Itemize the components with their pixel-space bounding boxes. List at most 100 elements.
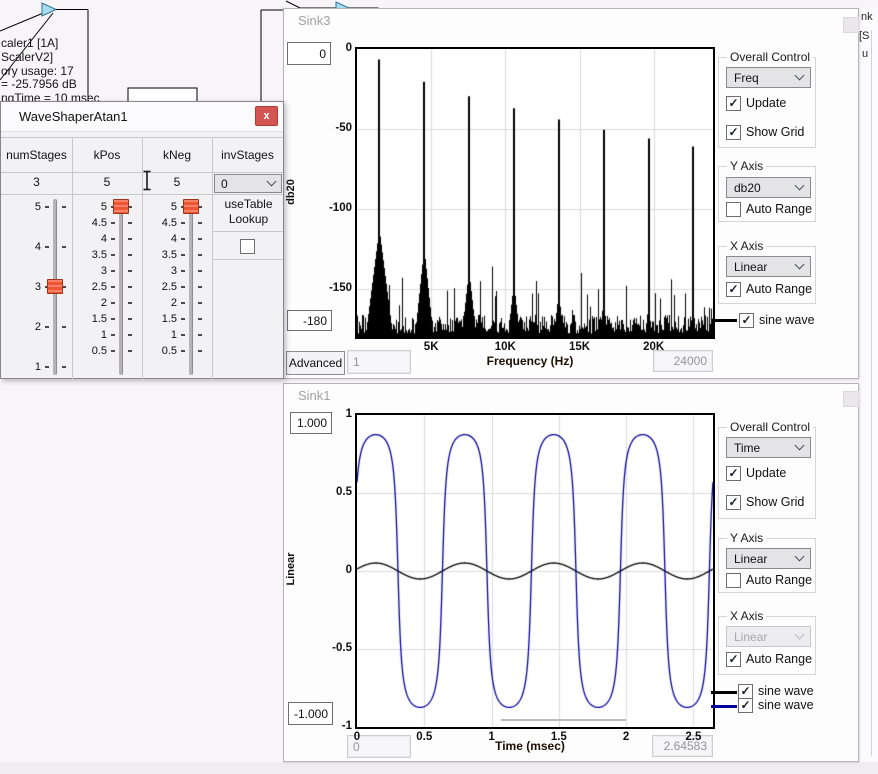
edge-text: [S [859,30,869,42]
sink3-window-title: Sink3 [298,13,331,28]
sink3-xmin-input[interactable]: 1 [347,350,411,374]
slider-tick-mark [62,206,66,208]
sink3-spectrum-plot[interactable] [357,49,713,337]
waveshaper-window: WaveShaperAtan1 x numStages kPos kNeg in… [0,101,284,379]
sink3-x-axis-dropdown[interactable]: Linear [726,256,811,277]
slider-tick-label: 2 [7,321,41,333]
slider-tick-mark [111,238,115,240]
slider-tick-mark [198,318,202,320]
sink1-time-plot[interactable] [357,415,713,727]
sink1-y-axis-label: Linear [285,549,297,589]
dropdown-value: Linear [734,552,767,566]
y-tick-label: -150 [310,282,352,294]
slider-tick-mark [128,238,132,240]
kPos-slider-handle[interactable] [113,199,129,214]
invstages-dropdown[interactable]: 0 [214,174,282,193]
slider-tick-mark [45,326,49,328]
kNeg-slider-handle[interactable] [183,199,199,214]
legend-label: sine wave [758,684,814,699]
legend-line [711,691,737,694]
dropdown-value: db20 [734,181,761,195]
sink3-legend-checkbox[interactable]: ✓ [739,313,754,328]
waveshaper-window-title[interactable]: WaveShaperAtan1 [1,102,283,132]
sink1-x-auto-range-checkbox[interactable]: ✓ [726,652,741,667]
sink3-xmax-input[interactable]: 24000 [653,350,713,372]
slider-tick-mark [111,254,115,256]
slider-track[interactable] [189,199,193,375]
sink3-ymin-box[interactable]: -180 [287,310,332,331]
slider-tick-label: 2 [143,297,177,309]
y-tick-label: 0.5 [310,486,352,498]
checkbox-label: Auto Range [746,282,812,297]
diagram-text: ory usage: 17 [1,64,74,78]
x-tick-label: 10K [483,341,527,353]
sink1-close-button[interactable] [843,391,859,407]
sink1-legend-checkbox-2[interactable]: ✓ [738,698,753,713]
legend-line [711,705,737,708]
slider-tick-mark [198,270,202,272]
sink1-show-grid-checkbox[interactable]: ✓ [726,495,741,510]
sink1-y-axis-dropdown[interactable]: Linear [726,548,811,569]
slider-tick-label: 5 [73,201,107,213]
slider-tick-label: 1.5 [73,313,107,325]
chevron-down-icon [795,260,805,270]
kpos-value[interactable]: 5 [72,175,142,189]
numstages-value[interactable]: 3 [1,175,72,189]
slider-tick-label: 4 [73,233,107,245]
checkbox-label: Auto Range [746,202,812,217]
sink3-x-axis-title: Frequency (Hz) [440,354,620,368]
sink1-y-auto-range-checkbox[interactable] [726,573,741,588]
slider-tick-mark [128,222,132,224]
slider-tick-mark [181,350,185,352]
signal-arrow-icon [42,3,56,16]
slider-tick-mark [181,318,185,320]
slider-tick-label: 3.5 [73,249,107,261]
kneg-value[interactable]: 5 [142,175,212,189]
slider-track[interactable] [119,199,123,375]
sink3-x-auto-range-checkbox[interactable]: ✓ [726,282,741,297]
window-edge [871,30,872,756]
sink3-y-auto-range-checkbox[interactable] [726,202,741,217]
slider-tick-mark [128,334,132,336]
chevron-down-icon [795,441,805,451]
usetable-lookup-checkbox[interactable] [240,239,255,254]
checkbox-label: Update [746,96,786,111]
sink1-window-title: Sink1 [298,388,331,403]
group-label: X Axis [727,239,766,253]
sink3-show-grid-checkbox[interactable]: ✓ [726,125,741,140]
slider-tick-label: 2 [73,297,107,309]
slider-tick-label: 1.5 [143,313,177,325]
legend-line [714,319,737,322]
sink3-y-axis-dropdown[interactable]: db20 [726,177,811,198]
checkbox-label: Auto Range [746,652,812,667]
slider-tick-mark [198,334,202,336]
text-ibeam-cursor [142,170,152,191]
slider-tick-label: 3.5 [143,249,177,261]
column-header: numStages [1,148,72,162]
slider-tick-mark [181,254,185,256]
advanced-button[interactable]: Advanced [286,351,345,375]
sink3-update-checkbox[interactable]: ✓ [726,96,741,111]
legend-label: sine wave [759,313,815,328]
checkbox-label: Show Grid [746,125,804,140]
sink1-legend-checkbox-1[interactable]: ✓ [738,684,753,699]
sink3-close-button[interactable] [843,17,859,33]
slider-tick-label: 1 [143,329,177,341]
edge-text: u [862,48,868,60]
slider-tick-label: 2.5 [73,281,107,293]
group-label: Y Axis [727,531,766,545]
slider-tick-mark [111,334,115,336]
checkbox-label: Auto Range [746,573,812,588]
dropdown-value: Linear [734,260,767,274]
dropdown-value: Linear [734,630,767,644]
group-label: Y Axis [727,159,766,173]
grid-divider [212,259,283,260]
waveshaper-close-button[interactable]: x [255,106,278,126]
x-tick-label: 0 [335,731,379,743]
sink1-overall-dropdown[interactable]: Time [726,437,811,458]
numStages-slider-handle[interactable] [47,279,63,294]
slider-tick-label: 3 [7,281,41,293]
sink3-overall-dropdown[interactable]: Freq [726,67,811,88]
x-tick-label: 20K [632,341,676,353]
sink1-update-checkbox[interactable]: ✓ [726,466,741,481]
